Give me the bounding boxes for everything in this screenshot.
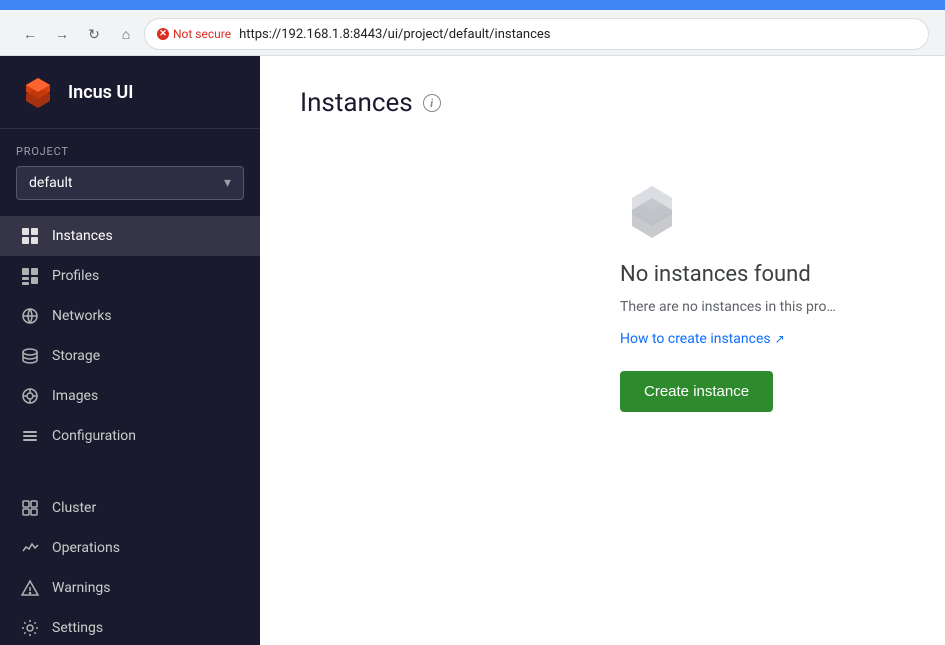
sidebar-item-images[interactable]: Images [0, 376, 260, 416]
project-label: Project [16, 145, 244, 158]
project-selector[interactable]: default ▾ [16, 166, 244, 200]
sidebar-logo: Incus UI [0, 56, 260, 129]
sidebar-item-configuration-label: Configuration [52, 428, 136, 444]
instances-icon [20, 226, 40, 246]
sidebar-item-instances-label: Instances [52, 228, 113, 244]
sidebar: Incus UI Project default ▾ I [0, 56, 260, 645]
browser-nav: ← → ↻ ⌂ ✕ Not secure https://192.168.1.8… [8, 16, 937, 52]
external-link-icon: ↗ [775, 332, 785, 346]
page-title: Instances [300, 88, 413, 118]
sidebar-item-instances[interactable]: Instances [0, 216, 260, 256]
storage-icon [20, 346, 40, 366]
how-to-link[interactable]: How to create instances ↗ [620, 331, 785, 347]
reload-button[interactable]: ↻ [80, 20, 108, 48]
cluster-icon [20, 498, 40, 518]
project-section: Project default ▾ [0, 129, 260, 208]
chevron-down-icon: ▾ [224, 175, 231, 191]
sidebar-item-settings[interactable]: Settings [0, 608, 260, 645]
sidebar-item-warnings[interactable]: Warnings [0, 568, 260, 608]
profiles-icon [20, 266, 40, 286]
sidebar-item-profiles[interactable]: Profiles [0, 256, 260, 296]
back-button[interactable]: ← [16, 20, 44, 48]
empty-state-title: No instances found [620, 262, 811, 287]
sidebar-item-operations-label: Operations [52, 540, 120, 556]
empty-state: No instances found There are no instance… [300, 178, 905, 412]
networks-icon [20, 306, 40, 326]
cluster-nav: Cluster Operations [0, 480, 260, 645]
sidebar-item-configuration[interactable]: Configuration [0, 416, 260, 456]
browser-chrome: ← → ↻ ⌂ ✕ Not secure https://192.168.1.8… [0, 0, 945, 56]
sidebar-item-warnings-label: Warnings [52, 580, 111, 596]
create-instance-button[interactable]: Create instance [620, 371, 773, 412]
security-label: Not secure [173, 27, 231, 41]
security-badge: ✕ Not secure [157, 27, 231, 41]
sidebar-item-storage[interactable]: Storage [0, 336, 260, 376]
project-value: default [29, 175, 73, 191]
address-bar[interactable]: ✕ Not secure https://192.168.1.8:8443/ui… [144, 18, 929, 50]
info-icon[interactable]: i [423, 94, 441, 112]
sidebar-item-networks-label: Networks [52, 308, 112, 324]
sidebar-item-profiles-label: Profiles [52, 268, 99, 284]
sidebar-item-settings-label: Settings [52, 620, 103, 636]
sidebar-item-storage-label: Storage [52, 348, 100, 364]
images-icon [20, 386, 40, 406]
logo-icon [20, 74, 56, 110]
app-layout: Incus UI Project default ▾ I [0, 56, 945, 645]
sidebar-item-cluster[interactable]: Cluster [0, 488, 260, 528]
main-content: Instances i No instances found There are… [260, 56, 945, 645]
operations-icon [20, 538, 40, 558]
app-title: Incus UI [68, 82, 133, 103]
home-button[interactable]: ⌂ [112, 20, 140, 48]
sidebar-item-operations[interactable]: Operations [0, 528, 260, 568]
configuration-icon [20, 426, 40, 446]
forward-button[interactable]: → [48, 20, 76, 48]
page-header: Instances i [300, 88, 905, 118]
how-to-label: How to create instances [620, 331, 771, 347]
empty-state-icon [620, 178, 684, 242]
main-nav: Instances Profiles [0, 208, 260, 464]
browser-nav-bar: ← → ↻ ⌂ ✕ Not secure https://192.168.1.8… [0, 10, 945, 55]
security-dot: ✕ [157, 28, 169, 40]
url-text: https://192.168.1.8:8443/ui/project/defa… [239, 27, 550, 42]
browser-top-bar [0, 0, 945, 10]
sidebar-item-networks[interactable]: Networks [0, 296, 260, 336]
sidebar-item-images-label: Images [52, 388, 98, 404]
empty-state-description: There are no instances in this pro… [620, 299, 836, 315]
settings-icon [20, 618, 40, 638]
warnings-icon [20, 578, 40, 598]
sidebar-item-cluster-label: Cluster [52, 500, 96, 516]
